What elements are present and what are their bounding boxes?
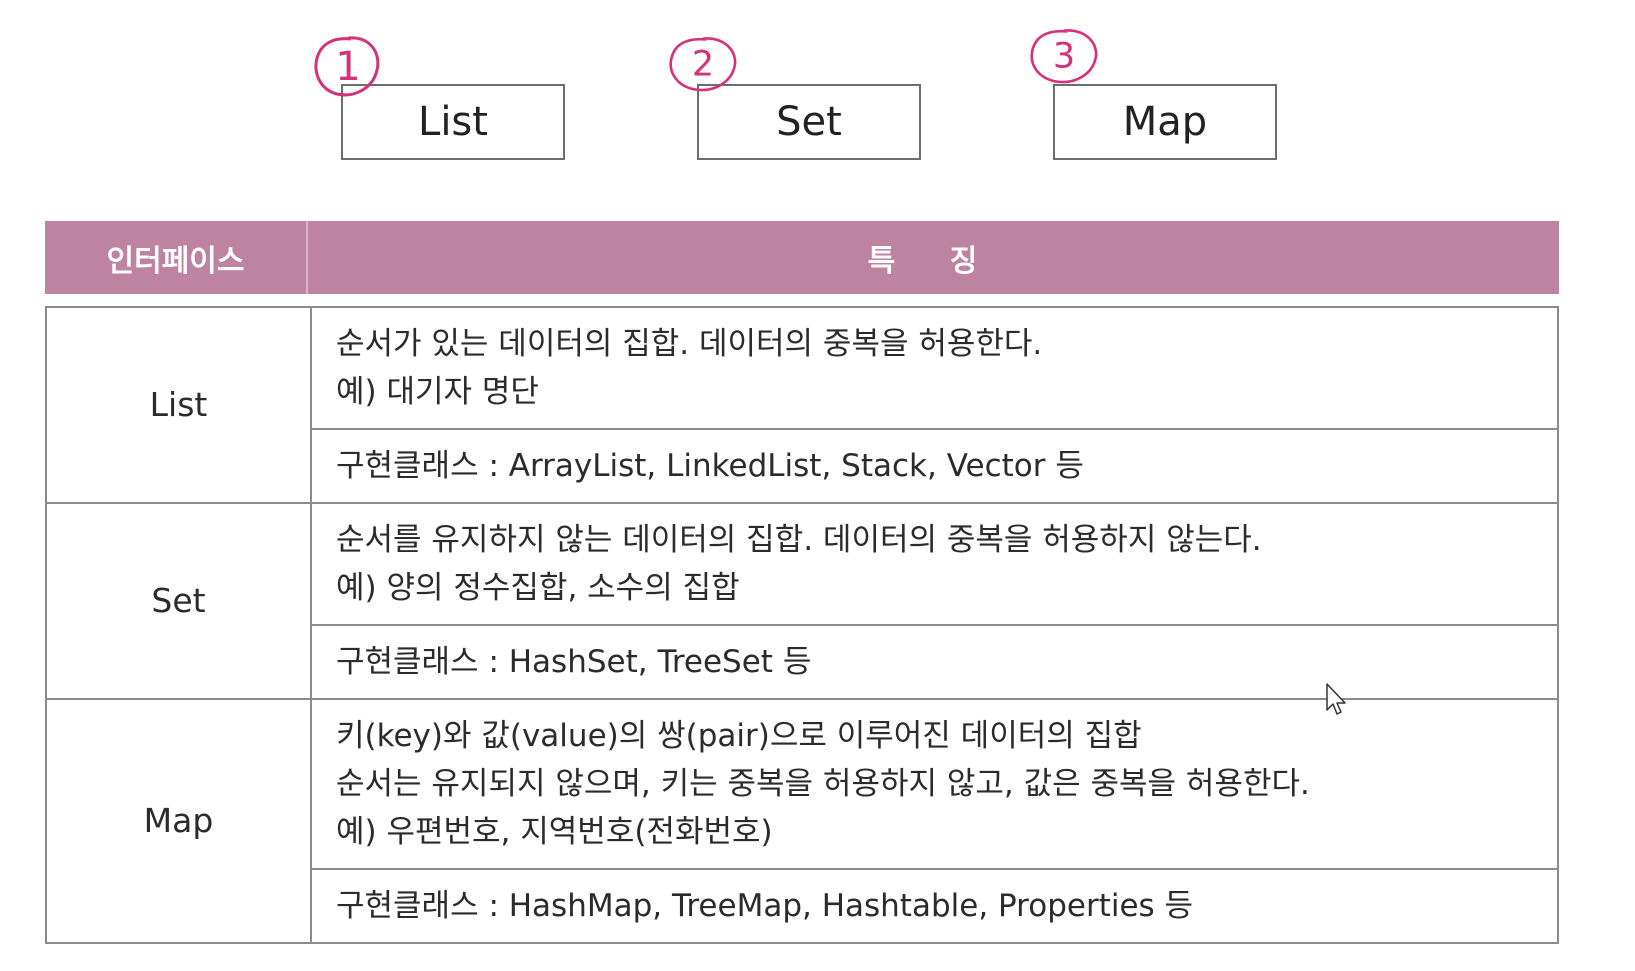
row-classes: 구현클래스 : ArrayList, LinkedList, Stack, Ve…	[310, 428, 1559, 504]
description-line: 예) 우편번호, 지역번호(전화번호)	[336, 814, 773, 850]
description-line: 키(key)와 값(value)의 쌍(pair)으로 이루어진 데이터의 집합	[336, 718, 1142, 754]
row-name-set: Set	[45, 502, 312, 700]
row-description: 순서를 유지하지 않는 데이터의 집합. 데이터의 중복을 허용하지 않는다. …	[310, 502, 1559, 626]
table-row: List 순서가 있는 데이터의 집합. 데이터의 중복을 허용한다. 예) 대…	[45, 306, 1559, 504]
row-name-list: List	[45, 306, 312, 504]
description-line: 순서가 있는 데이터의 집합. 데이터의 중복을 허용한다.	[336, 326, 1043, 362]
svg-text:2: 2	[692, 44, 714, 84]
row-classes: 구현클래스 : HashMap, TreeMap, Hashtable, Pro…	[310, 868, 1559, 944]
annotation-circle-1: 1	[313, 34, 383, 98]
row-classes: 구현클래스 : HashSet, TreeSet 등	[310, 624, 1559, 700]
row-description: 키(key)와 값(value)의 쌍(pair)으로 이루어진 데이터의 집합…	[310, 698, 1559, 870]
description-line: 순서는 유지되지 않으며, 키는 중복을 허용하지 않고, 값은 중복을 허용한…	[336, 766, 1310, 802]
collection-interface-table: List 순서가 있는 데이터의 집합. 데이터의 중복을 허용한다. 예) 대…	[45, 306, 1559, 944]
row-name-map: Map	[45, 698, 312, 944]
svg-text:3: 3	[1053, 36, 1075, 76]
table-header: 인터페이스 특 징	[45, 221, 1559, 294]
table-row: Map 키(key)와 값(value)의 쌍(pair)으로 이루어진 데이터…	[45, 698, 1559, 944]
table-row: Set 순서를 유지하지 않는 데이터의 집합. 데이터의 중복을 허용하지 않…	[45, 502, 1559, 700]
annotation-circle-2: 2	[668, 32, 738, 96]
header-interface: 인터페이스	[45, 221, 308, 294]
description-line: 순서를 유지하지 않는 데이터의 집합. 데이터의 중복을 허용하지 않는다.	[336, 522, 1262, 558]
header-features: 특 징	[867, 243, 1000, 279]
annotation-circle-3: 3	[1029, 24, 1099, 88]
mouse-pointer-icon	[1325, 682, 1347, 716]
map-interface-box: Map	[1053, 84, 1277, 160]
svg-text:1: 1	[335, 44, 360, 90]
row-description: 순서가 있는 데이터의 집합. 데이터의 중복을 허용한다. 예) 대기자 명단	[310, 306, 1559, 430]
description-line: 예) 양의 정수집합, 소수의 집합	[336, 570, 740, 606]
description-line: 예) 대기자 명단	[336, 374, 539, 410]
